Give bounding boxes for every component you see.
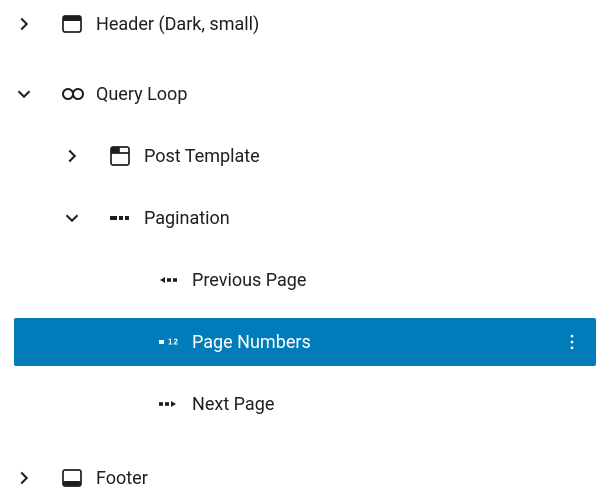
chevron-right-icon[interactable] [0, 454, 48, 502]
tree-item-label: Next Page [192, 393, 598, 415]
tree-item-label: Footer [96, 467, 598, 489]
tree-item-post-template[interactable]: Post Template [0, 132, 610, 180]
tree-item-query-loop[interactable]: Query Loop [0, 70, 610, 118]
chevron-right-icon[interactable] [0, 0, 48, 48]
tree-item-label: Post Template [144, 145, 598, 167]
svg-text:1: 1 [168, 338, 173, 347]
tree-item-pagination[interactable]: Pagination [0, 194, 610, 242]
pagination-icon [96, 194, 144, 242]
query-loop-icon [48, 70, 96, 118]
header-block-icon [48, 0, 96, 48]
page-numbers-icon: 12 [144, 318, 192, 366]
tree-item-label: Page Numbers [192, 331, 552, 353]
chevron-right-icon[interactable] [48, 132, 96, 180]
more-options-button[interactable] [552, 322, 592, 362]
post-template-icon [96, 132, 144, 180]
tree-item-previous-page[interactable]: Previous Page [0, 256, 610, 304]
tree-item-page-numbers[interactable]: 12 Page Numbers [14, 318, 596, 366]
tree-item-next-page[interactable]: Next Page [0, 380, 610, 428]
previous-page-icon [144, 256, 192, 304]
tree-item-header[interactable]: Header (Dark, small) [0, 0, 610, 48]
footer-block-icon [48, 454, 96, 502]
tree-item-label: Previous Page [192, 269, 598, 291]
tree-item-footer[interactable]: Footer [0, 454, 610, 502]
chevron-down-icon[interactable] [48, 194, 96, 242]
tree-item-label: Query Loop [96, 83, 598, 105]
tree-item-label: Pagination [144, 207, 598, 229]
next-page-icon [144, 380, 192, 428]
chevron-down-icon[interactable] [0, 70, 48, 118]
tree-item-label: Header (Dark, small) [96, 13, 598, 35]
svg-text:2: 2 [174, 338, 179, 347]
